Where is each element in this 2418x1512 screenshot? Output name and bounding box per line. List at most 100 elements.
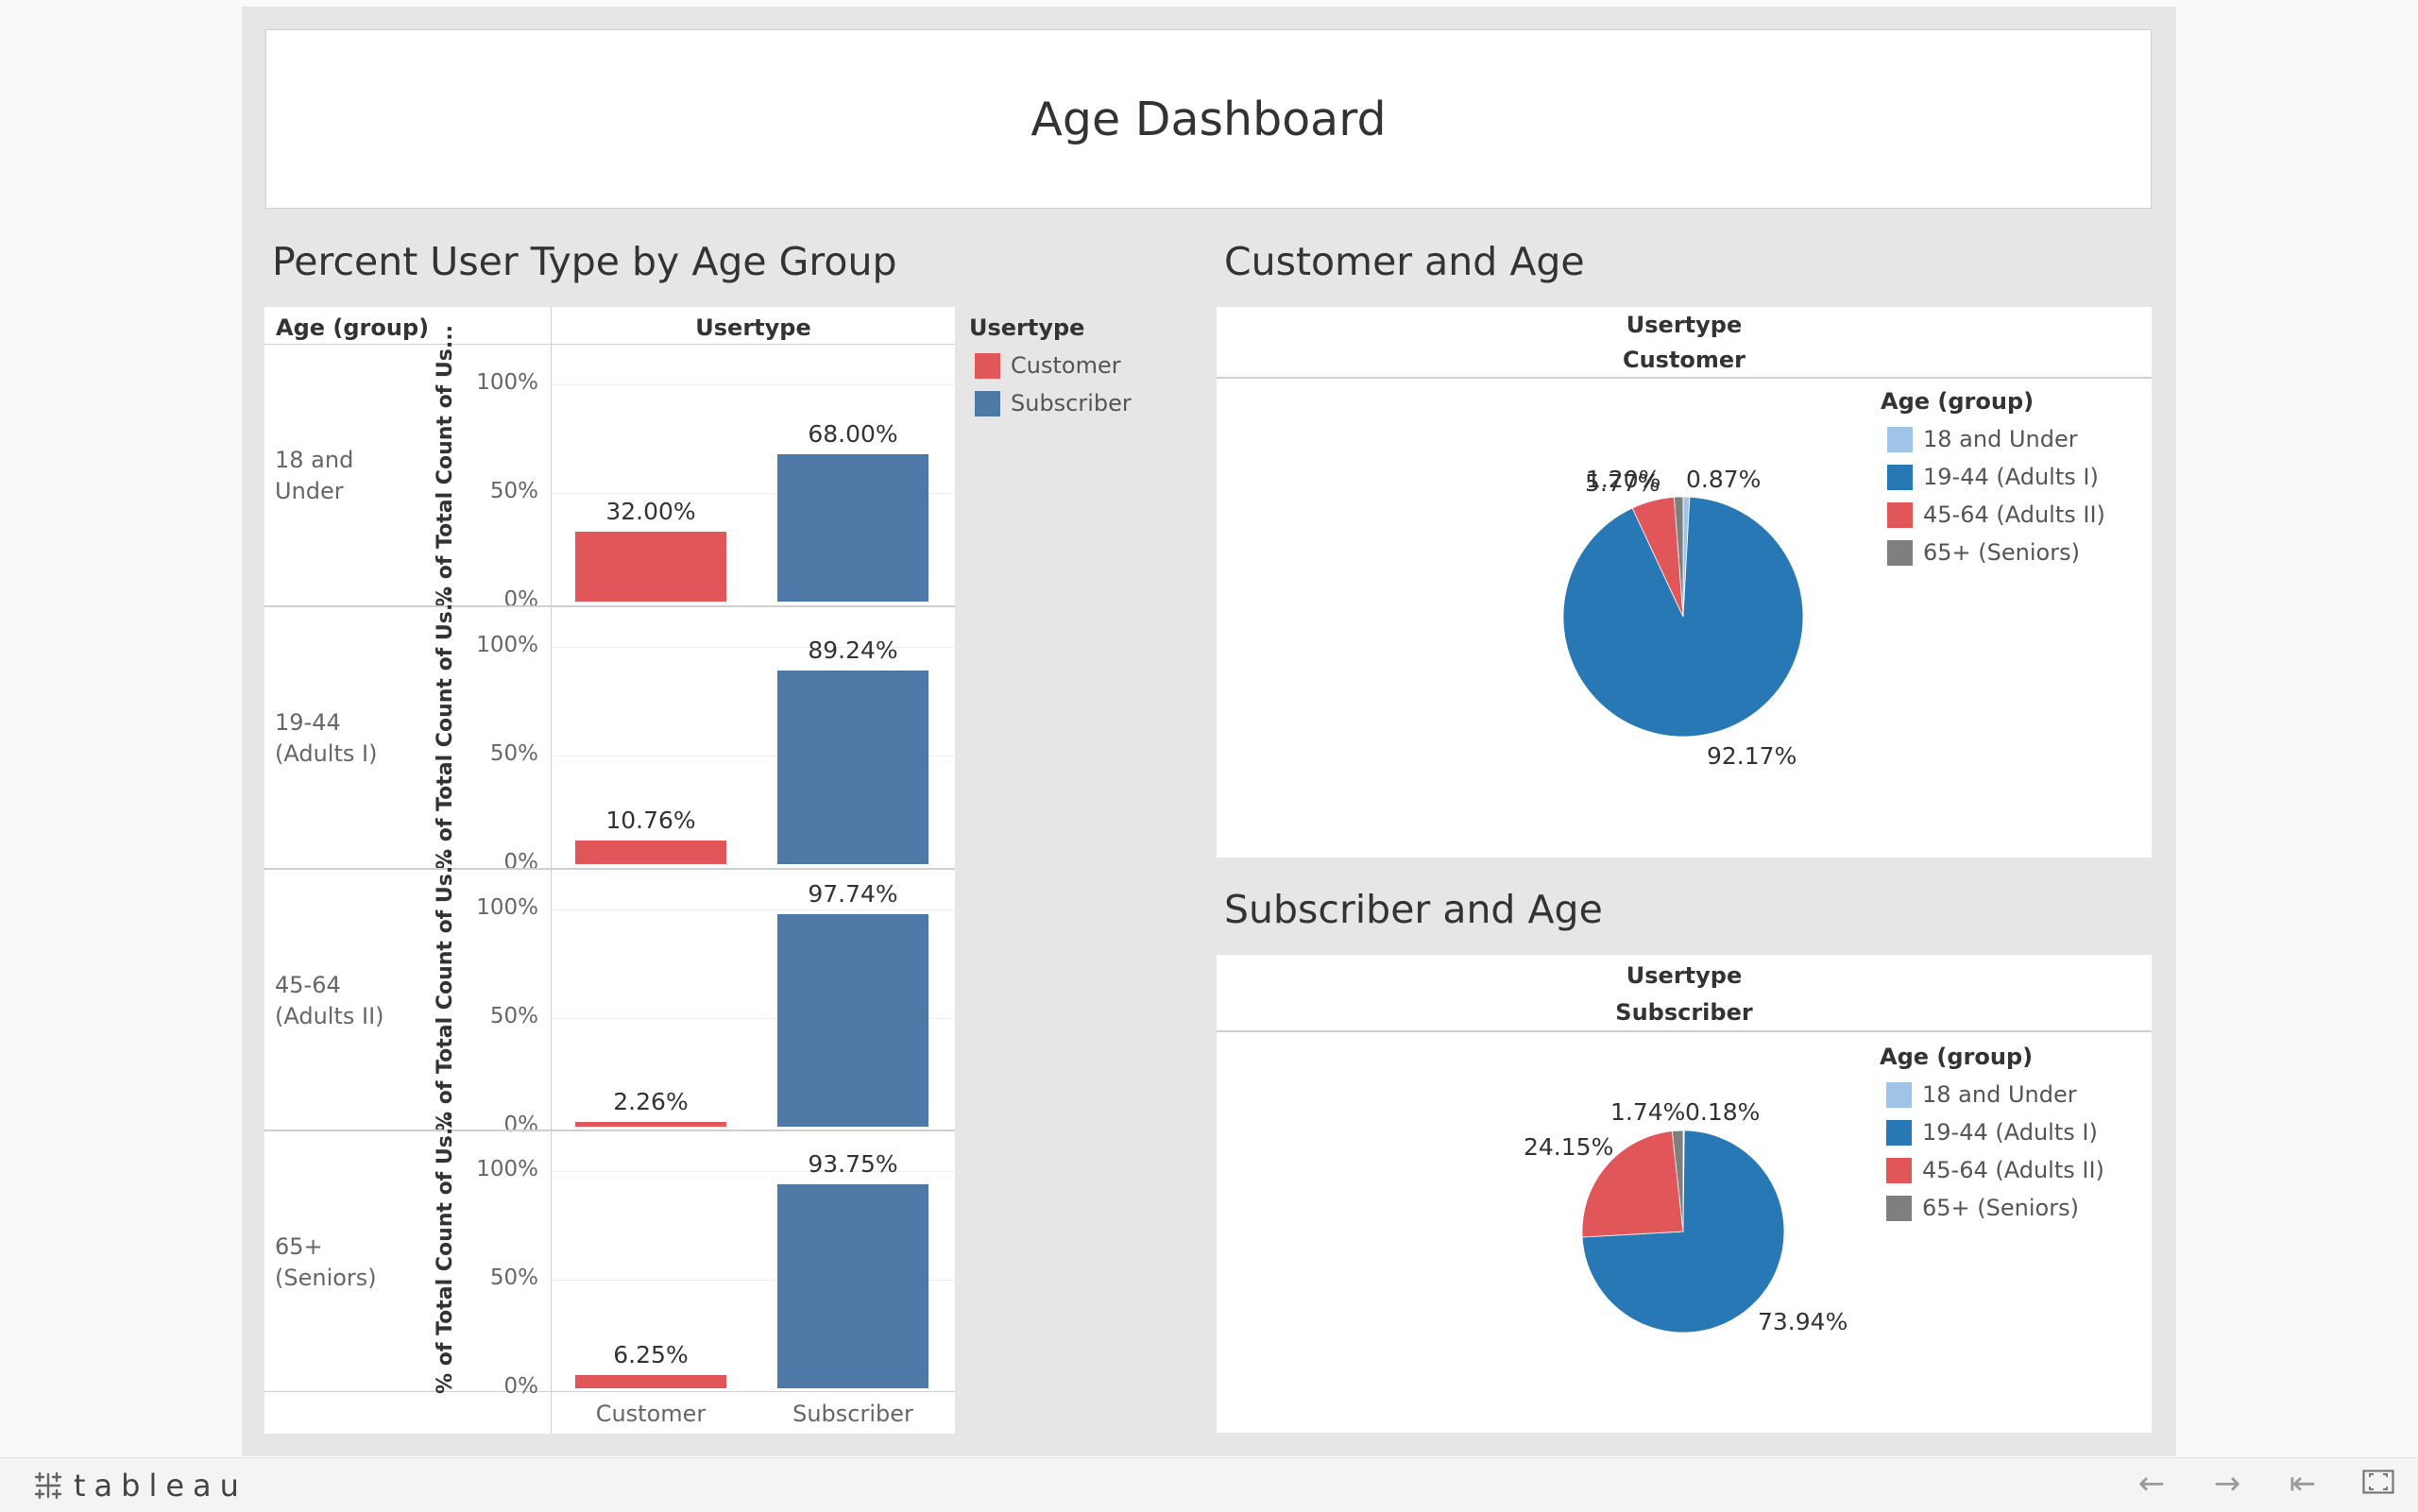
legend-item-subscriber[interactable]: Subscriber — [1011, 390, 1132, 416]
age-legend-swatch[interactable] — [1887, 540, 1913, 566]
back-arrow-icon[interactable]: ← — [2131, 1467, 2172, 1501]
usertype-legend-title: Usertype — [969, 314, 1085, 341]
y-tick-label: 50% — [489, 1004, 538, 1028]
row-label[interactable]: 65+ (Seniors) — [275, 1232, 426, 1294]
age-legend-swatch[interactable] — [1886, 1158, 1912, 1183]
legend-swatch-subscriber[interactable] — [975, 391, 1000, 416]
age-legend-swatch[interactable] — [1887, 427, 1913, 452]
customer-pie-label-45-64: 5.77% — [1585, 469, 1660, 497]
customer-pie-header-field: Usertype — [1626, 312, 1743, 338]
tableau-logo[interactable]: tableau — [32, 1468, 247, 1504]
y-axis-title: % of Total Count of Us... — [434, 1112, 457, 1394]
bar-subscriber[interactable] — [777, 670, 928, 864]
age-legend-swatch[interactable] — [1887, 502, 1913, 528]
viz-toolbar — [0, 1457, 2418, 1512]
subscriber-pie-label-18-under: 0.18% — [1685, 1098, 1761, 1126]
age-legend-item[interactable]: 18 and Under — [1923, 426, 2078, 452]
first-page-icon[interactable]: ⇤ — [2282, 1467, 2324, 1501]
bar-sheet-title: Percent User Type by Age Group — [272, 239, 897, 284]
bar-customer[interactable] — [575, 1121, 726, 1127]
gridline — [552, 909, 954, 910]
row-label-line: 18 and — [275, 447, 354, 473]
bar-customer[interactable] — [575, 1374, 726, 1388]
fullscreen-icon[interactable] — [2358, 1467, 2399, 1501]
x-category-subscriber: Subscriber — [792, 1401, 913, 1427]
subscriber-pie-label-65plus: 1.74% — [1610, 1098, 1686, 1126]
y-axis-title: % of Total Count of Us... — [434, 325, 457, 607]
gridline — [552, 384, 954, 385]
customer-pie-header-value[interactable]: Customer — [1217, 347, 2152, 373]
bar-value-label: 93.75% — [808, 1150, 898, 1179]
age-legend-item[interactable]: 65+ (Seniors) — [1922, 1195, 2079, 1221]
row-header[interactable]: Age (group) — [264, 307, 551, 345]
x-category-customer: Customer — [595, 1401, 707, 1427]
subscriber-pie-header-value[interactable]: Subscriber — [1217, 999, 2152, 1026]
y-tick-label: 50% — [489, 479, 538, 503]
column-header-label: Usertype — [695, 314, 811, 341]
y-tick-label: 0% — [503, 1374, 539, 1399]
row-label-line: (Seniors) — [275, 1265, 377, 1291]
customer-age-legend-title: Age (group) — [1881, 388, 2035, 415]
row-label-line: (Adults I) — [275, 740, 378, 767]
age-legend-item[interactable]: 65+ (Seniors) — [1923, 539, 2080, 566]
tableau-plus-icon — [34, 1471, 62, 1500]
bar-customer[interactable] — [575, 532, 726, 602]
legend-swatch-customer[interactable] — [975, 353, 1000, 379]
legend-item-customer[interactable]: Customer — [1011, 352, 1121, 379]
row-label-line: 19-44 — [275, 709, 341, 736]
bar-value-label: 2.26% — [613, 1087, 689, 1115]
dashboard-title: Age Dashboard — [1030, 92, 1387, 146]
row-label[interactable]: 18 and Under — [275, 445, 426, 507]
age-legend-item[interactable]: 19-44 (Adults I) — [1923, 464, 2099, 490]
age-legend-swatch[interactable] — [1887, 465, 1913, 490]
row-header-label: Age (group) — [276, 314, 430, 341]
subscriber-pie-title: Subscriber and Age — [1224, 887, 1603, 932]
bar-value-label: 32.00% — [605, 498, 696, 526]
subscriber-pie-header-field: Usertype — [1626, 962, 1743, 989]
y-tick-label: 0% — [503, 587, 539, 612]
bar-value-label: 89.24% — [808, 636, 898, 664]
bar-value-label: 68.00% — [808, 419, 898, 448]
customer-pie-label-19-44: 92.17% — [1707, 742, 1797, 770]
row-column-divider — [551, 307, 552, 1434]
age-legend-swatch[interactable] — [1886, 1196, 1912, 1221]
column-header[interactable]: Usertype — [551, 307, 955, 345]
bar-value-label: 10.76% — [605, 807, 696, 835]
customer-pie-label-18-under: 0.87% — [1686, 466, 1762, 493]
y-tick-label: 100% — [476, 1157, 538, 1181]
y-tick-label: 100% — [476, 633, 538, 657]
age-legend-item[interactable]: 18 and Under — [1922, 1081, 2077, 1108]
row-label[interactable]: 19-44 (Adults I) — [275, 707, 426, 770]
bar-value-label: 6.25% — [613, 1340, 689, 1368]
row-divider — [264, 605, 955, 607]
y-tick-label: 50% — [489, 1266, 538, 1290]
y-tick-label: 100% — [476, 895, 538, 920]
row-label-line: 65+ — [275, 1233, 323, 1260]
row-label-line: (Adults II) — [275, 1003, 384, 1029]
age-legend-swatch[interactable] — [1886, 1082, 1912, 1108]
age-legend-swatch[interactable] — [1886, 1120, 1912, 1146]
subscriber-age-legend-title: Age (group) — [1880, 1044, 2034, 1070]
row-label[interactable]: 45-64 (Adults II) — [275, 970, 426, 1032]
forward-arrow-icon[interactable]: → — [2206, 1467, 2248, 1501]
customer-pie-title: Customer and Age — [1224, 239, 1585, 284]
y-tick-label: 50% — [489, 741, 538, 766]
age-legend-item[interactable]: 45-64 (Adults II) — [1923, 501, 2105, 528]
dashboard-title-box: Age Dashboard — [265, 29, 2152, 209]
tableau-brand-text: tableau — [74, 1468, 247, 1504]
fullscreen-frame-icon — [2362, 1470, 2394, 1494]
bar-subscriber[interactable] — [777, 453, 928, 602]
y-tick-label: 0% — [503, 1113, 539, 1137]
y-axis-title: % of Total Count of Us... — [434, 587, 457, 870]
age-legend-item[interactable]: 19-44 (Adults I) — [1922, 1119, 2098, 1146]
y-tick-label: 100% — [476, 370, 538, 395]
subscriber-pie-label-45-64: 24.15% — [1524, 1133, 1614, 1161]
bar-customer[interactable] — [575, 841, 726, 864]
bar-subscriber[interactable] — [777, 914, 928, 1127]
y-axis-title: % of Total Count of Us... — [434, 850, 457, 1132]
bar-subscriber[interactable] — [777, 1184, 928, 1388]
axis-baseline — [264, 1391, 955, 1392]
age-legend-item[interactable]: 45-64 (Adults II) — [1922, 1157, 2104, 1183]
row-label-line: Under — [275, 478, 344, 504]
row-label-line: 45-64 — [275, 972, 341, 998]
